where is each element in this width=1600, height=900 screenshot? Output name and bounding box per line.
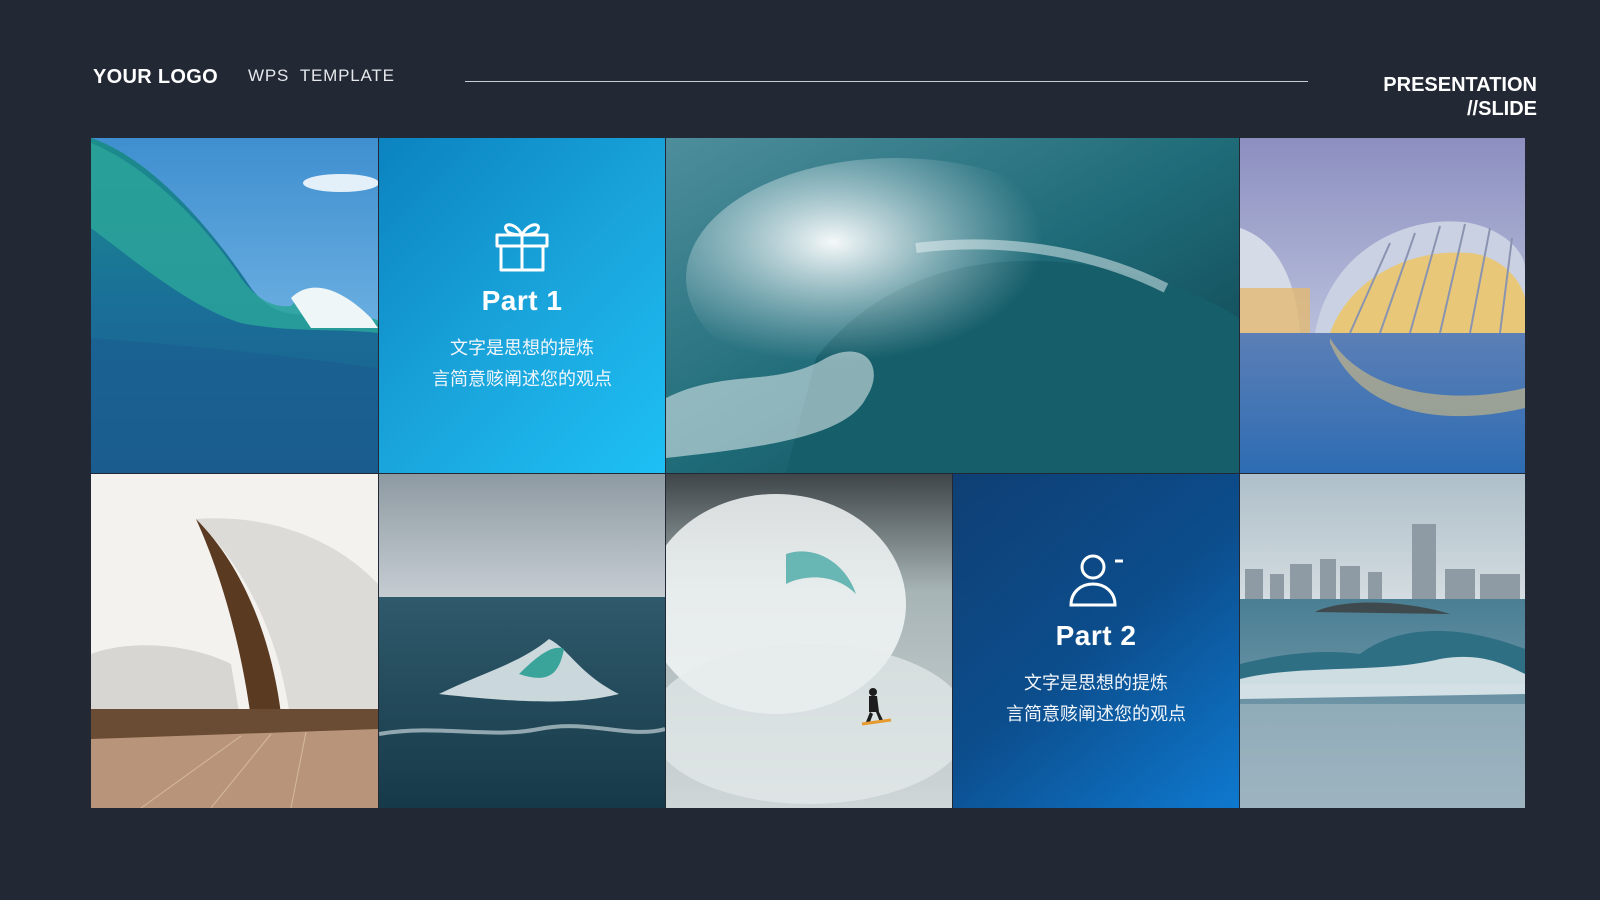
part2-text-line2: 言简意赅阐述您的观点: [1006, 704, 1186, 724]
photo-wave-curl: [91, 138, 378, 473]
part2-text-line1: 文字是思想的提炼: [1024, 673, 1168, 693]
template-subtitle: WPS TEMPLATE: [248, 66, 395, 85]
part1-title: Part 1: [481, 284, 563, 316]
part2-panel: Part 2 文字是思想的提炼 言简意赅阐述您的观点: [953, 474, 1239, 808]
photo-opera-house: [91, 474, 378, 808]
presentation-line-2: //SLIDE: [1466, 98, 1537, 120]
logo-text: YOUR LOGO: [93, 66, 218, 88]
header-divider: [465, 81, 1308, 82]
photo-surfer: [666, 474, 952, 808]
photo-big-wave: [666, 138, 1239, 473]
presentation-line-1: PRESENTATION: [1383, 74, 1537, 96]
part1-panel: Part 1 文字是思想的提炼 言简意赅阐述您的观点: [379, 138, 665, 473]
image-grid: Part 1 文字是思想的提炼 言简意赅阐述您的观点 Part 2 文字是思想的…: [91, 138, 1525, 808]
part2-title: Part 2: [1055, 620, 1137, 651]
photo-stormy-sea: [379, 474, 665, 808]
gift-icon: [495, 222, 549, 271]
user-icon: [1069, 554, 1123, 607]
presentation-label: PRESENTATION //SLIDE: [1383, 73, 1537, 121]
part1-text-line1: 文字是思想的提炼: [450, 337, 594, 358]
photo-futuristic-building: [1240, 138, 1525, 473]
part1-text-line2: 言简意赅阐述您的观点: [432, 368, 612, 389]
photo-coastal-city: [1240, 474, 1525, 808]
